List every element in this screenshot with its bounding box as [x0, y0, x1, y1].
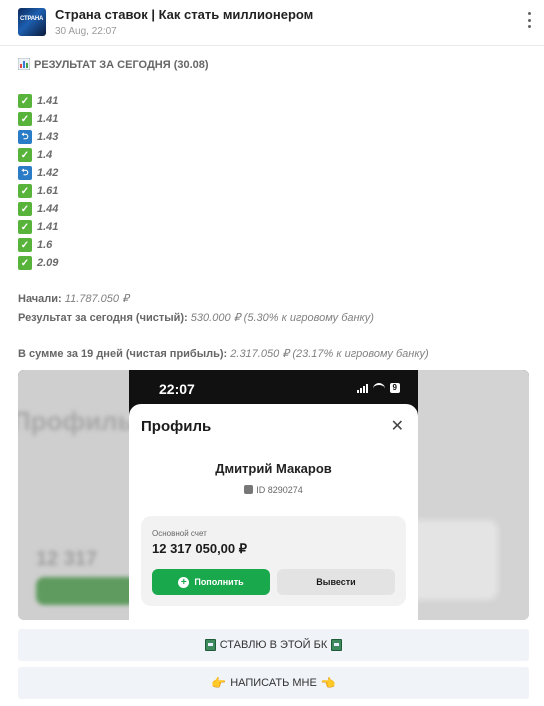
signal-icon — [356, 383, 368, 393]
phone-screen: 22:07 9 Профиль ✕ Дмитрий Макаров ID 829… — [129, 370, 418, 620]
result-value: 1.41 — [37, 113, 59, 125]
result-item: ✓ 2.09 — [18, 256, 58, 270]
result-value: 1.44 — [37, 203, 59, 215]
result-value: 1.61 — [37, 185, 59, 197]
copy-icon[interactable] — [244, 485, 254, 494]
result-item: ✓ 1.41 — [18, 220, 58, 234]
slot-machine-icon — [204, 639, 216, 651]
point-right-icon: 👉 — [211, 676, 227, 690]
write-me-button[interactable]: 👉 НАПИСАТЬ МНЕ 👈 — [18, 667, 529, 699]
channel-title[interactable]: Страна ставок | Как стать миллионером — [55, 7, 313, 22]
results-heading-text: РЕЗУЛЬТАТ ЗА СЕГОДНЯ (30.08) — [34, 59, 209, 71]
check-mark-icon: ✓ — [18, 220, 32, 234]
point-left-icon: 👈 — [320, 676, 336, 690]
topup-label: Пополнить — [194, 577, 244, 587]
profile-sheet: Профиль ✕ Дмитрий Макаров ID 8290274 Осн… — [129, 404, 418, 620]
write-button-label: НАПИСАТЬ МНЕ — [230, 677, 317, 689]
blurred-background-right — [398, 370, 529, 620]
withdraw-button[interactable]: Вывести — [277, 569, 395, 595]
today-label: Результат за сегодня (чистый): — [18, 312, 188, 324]
return-icon: ⮌ — [18, 130, 32, 144]
result-value: 1.43 — [37, 131, 59, 143]
result-item: ⮌ 1.42 — [18, 166, 58, 180]
result-item: ✓ 1.44 — [18, 202, 58, 216]
user-name: Дмитрий Макаров — [215, 461, 332, 476]
start-label: Начали: — [18, 293, 62, 305]
result-item: ✓ 1.41 — [18, 94, 58, 108]
today-value: 530.000 ₽ (5.30% к игровому банку) — [190, 312, 374, 324]
start-line: Начали: 11.787.050 ₽ — [18, 292, 129, 305]
channel-avatar[interactable]: СТРАНА — [18, 8, 46, 36]
total-value: 2.317.050 ₽ (23.17% к игровому банку) — [230, 348, 429, 360]
check-mark-icon: ✓ — [18, 94, 32, 108]
bet-bookmaker-button[interactable]: СТАВЛЮ В ЭТОЙ БК — [18, 629, 529, 661]
plus-icon: + — [178, 576, 190, 588]
result-value: 1.41 — [37, 221, 59, 233]
total-line: В сумме за 19 дней (чистая прибыль): 2.3… — [18, 347, 429, 360]
result-item: ✓ 1.4 — [18, 148, 52, 162]
status-time: 22:07 — [159, 381, 195, 397]
close-icon[interactable]: ✕ — [391, 416, 404, 436]
result-value: 2.09 — [37, 257, 59, 269]
battery-icon: 9 — [389, 383, 400, 393]
slot-machine-icon — [331, 639, 343, 651]
blurred-title: Профиль — [18, 406, 134, 436]
status-icons: 9 — [356, 383, 400, 393]
profile-title: Профиль — [141, 418, 212, 435]
account-card: Основной счет 12 317 050,00 ₽ + Пополнит… — [141, 516, 406, 606]
topup-button[interactable]: + Пополнить — [152, 569, 270, 595]
more-vertical-icon[interactable] — [526, 12, 532, 28]
blurred-background-left: Профиль 12 317 — [18, 370, 136, 620]
post-photo[interactable]: Профиль 12 317 22:07 9 Профиль ✕ Дмитрий… — [18, 370, 529, 620]
result-value: 1.4 — [37, 149, 53, 161]
result-item: ⮌ 1.43 — [18, 130, 58, 144]
account-amount: 12 317 050,00 ₽ — [152, 541, 248, 556]
result-value: 1.6 — [37, 239, 53, 251]
start-value: 11.787.050 ₽ — [64, 293, 130, 305]
check-mark-icon: ✓ — [18, 112, 32, 126]
user-id-text: ID 8290274 — [256, 485, 303, 495]
return-icon: ⮌ — [18, 166, 32, 180]
check-mark-icon: ✓ — [18, 202, 32, 216]
bar-chart-icon — [18, 58, 30, 70]
result-value: 1.42 — [37, 167, 59, 179]
withdraw-label: Вывести — [316, 577, 356, 587]
result-value: 1.41 — [37, 95, 59, 107]
bet-button-label: СТАВЛЮ В ЭТОЙ БК — [219, 639, 328, 651]
check-mark-icon: ✓ — [18, 256, 32, 270]
check-mark-icon: ✓ — [18, 184, 32, 198]
blurred-amount: 12 317 — [36, 548, 98, 570]
total-label: В сумме за 19 дней (чистая прибыль): — [18, 348, 228, 360]
result-item: ✓ 1.6 — [18, 238, 52, 252]
post-date: 30 Aug, 22:07 — [55, 26, 117, 37]
blurred-button — [36, 577, 136, 605]
wifi-icon — [372, 383, 385, 393]
today-line: Результат за сегодня (чистый): 530.000 ₽… — [18, 311, 374, 324]
post-header: СТРАНА Страна ставок | Как стать миллион… — [0, 0, 544, 46]
avatar-text: СТРАНА — [20, 16, 44, 22]
results-heading: РЕЗУЛЬТАТ ЗА СЕГОДНЯ (30.08) — [18, 58, 209, 71]
check-mark-icon: ✓ — [18, 238, 32, 252]
account-label: Основной счет — [152, 529, 207, 538]
check-mark-icon: ✓ — [18, 148, 32, 162]
result-item: ✓ 1.61 — [18, 184, 58, 198]
result-item: ✓ 1.41 — [18, 112, 58, 126]
user-id: ID 8290274 — [129, 485, 418, 495]
